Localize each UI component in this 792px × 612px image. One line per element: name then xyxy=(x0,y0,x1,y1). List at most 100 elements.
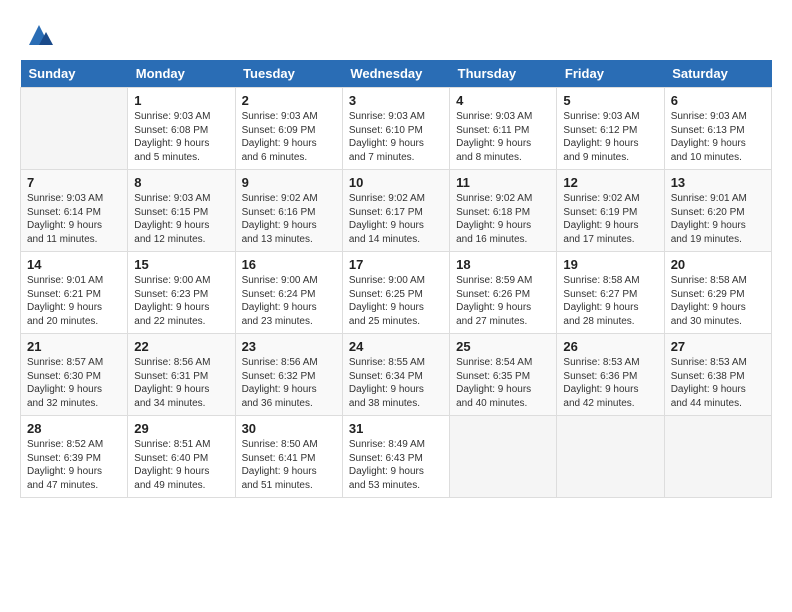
calendar-cell xyxy=(557,416,664,498)
day-number: 15 xyxy=(134,257,228,272)
day-info: Sunrise: 8:56 AMSunset: 6:32 PMDaylight:… xyxy=(242,356,336,410)
day-info: Sunrise: 8:55 AMSunset: 6:34 PMDaylight:… xyxy=(349,356,443,410)
calendar-cell: 19 Sunrise: 8:58 AMSunset: 6:27 PMDaylig… xyxy=(557,252,664,334)
calendar-week-5: 28 Sunrise: 8:52 AMSunset: 6:39 PMDaylig… xyxy=(21,416,772,498)
day-number: 18 xyxy=(456,257,550,272)
calendar-cell xyxy=(21,88,128,170)
weekday-tuesday: Tuesday xyxy=(235,60,342,88)
day-number: 12 xyxy=(563,175,657,190)
day-info: Sunrise: 8:59 AMSunset: 6:26 PMDaylight:… xyxy=(456,274,550,328)
day-number: 31 xyxy=(349,421,443,436)
weekday-friday: Friday xyxy=(557,60,664,88)
calendar-cell: 23 Sunrise: 8:56 AMSunset: 6:32 PMDaylig… xyxy=(235,334,342,416)
day-number: 26 xyxy=(563,339,657,354)
weekday-sunday: Sunday xyxy=(21,60,128,88)
calendar-cell: 7 Sunrise: 9:03 AMSunset: 6:14 PMDayligh… xyxy=(21,170,128,252)
calendar-cell: 5 Sunrise: 9:03 AMSunset: 6:12 PMDayligh… xyxy=(557,88,664,170)
day-info: Sunrise: 9:02 AMSunset: 6:16 PMDaylight:… xyxy=(242,192,336,246)
calendar-cell: 4 Sunrise: 9:03 AMSunset: 6:11 PMDayligh… xyxy=(450,88,557,170)
calendar-cell: 21 Sunrise: 8:57 AMSunset: 6:30 PMDaylig… xyxy=(21,334,128,416)
calendar-cell: 27 Sunrise: 8:53 AMSunset: 6:38 PMDaylig… xyxy=(664,334,771,416)
day-number: 25 xyxy=(456,339,550,354)
day-info: Sunrise: 9:02 AMSunset: 6:19 PMDaylight:… xyxy=(563,192,657,246)
calendar-cell: 13 Sunrise: 9:01 AMSunset: 6:20 PMDaylig… xyxy=(664,170,771,252)
calendar-body: 1 Sunrise: 9:03 AMSunset: 6:08 PMDayligh… xyxy=(21,88,772,498)
logo-icon xyxy=(24,20,54,50)
day-info: Sunrise: 9:03 AMSunset: 6:10 PMDaylight:… xyxy=(349,110,443,164)
day-number: 1 xyxy=(134,93,228,108)
calendar-cell: 8 Sunrise: 9:03 AMSunset: 6:15 PMDayligh… xyxy=(128,170,235,252)
calendar-cell: 6 Sunrise: 9:03 AMSunset: 6:13 PMDayligh… xyxy=(664,88,771,170)
day-info: Sunrise: 9:01 AMSunset: 6:21 PMDaylight:… xyxy=(27,274,121,328)
calendar-cell: 14 Sunrise: 9:01 AMSunset: 6:21 PMDaylig… xyxy=(21,252,128,334)
calendar-cell: 12 Sunrise: 9:02 AMSunset: 6:19 PMDaylig… xyxy=(557,170,664,252)
calendar-week-4: 21 Sunrise: 8:57 AMSunset: 6:30 PMDaylig… xyxy=(21,334,772,416)
calendar-cell: 29 Sunrise: 8:51 AMSunset: 6:40 PMDaylig… xyxy=(128,416,235,498)
day-info: Sunrise: 8:52 AMSunset: 6:39 PMDaylight:… xyxy=(27,438,121,492)
day-number: 7 xyxy=(27,175,121,190)
day-info: Sunrise: 9:01 AMSunset: 6:20 PMDaylight:… xyxy=(671,192,765,246)
calendar-cell: 11 Sunrise: 9:02 AMSunset: 6:18 PMDaylig… xyxy=(450,170,557,252)
calendar-cell: 17 Sunrise: 9:00 AMSunset: 6:25 PMDaylig… xyxy=(342,252,449,334)
day-number: 11 xyxy=(456,175,550,190)
calendar-cell: 16 Sunrise: 9:00 AMSunset: 6:24 PMDaylig… xyxy=(235,252,342,334)
day-number: 16 xyxy=(242,257,336,272)
calendar-cell: 22 Sunrise: 8:56 AMSunset: 6:31 PMDaylig… xyxy=(128,334,235,416)
day-number: 9 xyxy=(242,175,336,190)
day-number: 3 xyxy=(349,93,443,108)
calendar-cell: 10 Sunrise: 9:02 AMSunset: 6:17 PMDaylig… xyxy=(342,170,449,252)
day-number: 2 xyxy=(242,93,336,108)
day-number: 30 xyxy=(242,421,336,436)
day-number: 8 xyxy=(134,175,228,190)
day-info: Sunrise: 9:03 AMSunset: 6:11 PMDaylight:… xyxy=(456,110,550,164)
calendar-cell xyxy=(450,416,557,498)
weekday-saturday: Saturday xyxy=(664,60,771,88)
day-info: Sunrise: 8:57 AMSunset: 6:30 PMDaylight:… xyxy=(27,356,121,410)
day-number: 22 xyxy=(134,339,228,354)
day-number: 27 xyxy=(671,339,765,354)
day-info: Sunrise: 9:02 AMSunset: 6:17 PMDaylight:… xyxy=(349,192,443,246)
calendar-table: Sunday Monday Tuesday Wednesday Thursday… xyxy=(20,60,772,498)
page-header xyxy=(20,20,772,50)
calendar-header: Sunday Monday Tuesday Wednesday Thursday… xyxy=(21,60,772,88)
day-info: Sunrise: 9:03 AMSunset: 6:15 PMDaylight:… xyxy=(134,192,228,246)
weekday-wednesday: Wednesday xyxy=(342,60,449,88)
day-info: Sunrise: 9:02 AMSunset: 6:18 PMDaylight:… xyxy=(456,192,550,246)
day-number: 19 xyxy=(563,257,657,272)
calendar-cell: 9 Sunrise: 9:02 AMSunset: 6:16 PMDayligh… xyxy=(235,170,342,252)
day-info: Sunrise: 9:00 AMSunset: 6:23 PMDaylight:… xyxy=(134,274,228,328)
calendar-cell: 15 Sunrise: 9:00 AMSunset: 6:23 PMDaylig… xyxy=(128,252,235,334)
day-info: Sunrise: 8:49 AMSunset: 6:43 PMDaylight:… xyxy=(349,438,443,492)
day-number: 29 xyxy=(134,421,228,436)
day-info: Sunrise: 8:56 AMSunset: 6:31 PMDaylight:… xyxy=(134,356,228,410)
calendar-cell: 24 Sunrise: 8:55 AMSunset: 6:34 PMDaylig… xyxy=(342,334,449,416)
day-info: Sunrise: 8:58 AMSunset: 6:29 PMDaylight:… xyxy=(671,274,765,328)
day-info: Sunrise: 9:03 AMSunset: 6:12 PMDaylight:… xyxy=(563,110,657,164)
day-info: Sunrise: 9:00 AMSunset: 6:24 PMDaylight:… xyxy=(242,274,336,328)
day-number: 13 xyxy=(671,175,765,190)
day-info: Sunrise: 8:53 AMSunset: 6:36 PMDaylight:… xyxy=(563,356,657,410)
day-number: 28 xyxy=(27,421,121,436)
day-info: Sunrise: 9:03 AMSunset: 6:08 PMDaylight:… xyxy=(134,110,228,164)
day-info: Sunrise: 8:51 AMSunset: 6:40 PMDaylight:… xyxy=(134,438,228,492)
day-number: 20 xyxy=(671,257,765,272)
weekday-thursday: Thursday xyxy=(450,60,557,88)
day-number: 5 xyxy=(563,93,657,108)
calendar-cell: 2 Sunrise: 9:03 AMSunset: 6:09 PMDayligh… xyxy=(235,88,342,170)
calendar-cell: 30 Sunrise: 8:50 AMSunset: 6:41 PMDaylig… xyxy=(235,416,342,498)
day-number: 4 xyxy=(456,93,550,108)
day-number: 6 xyxy=(671,93,765,108)
day-number: 14 xyxy=(27,257,121,272)
logo xyxy=(20,20,54,50)
calendar-cell: 18 Sunrise: 8:59 AMSunset: 6:26 PMDaylig… xyxy=(450,252,557,334)
day-info: Sunrise: 9:03 AMSunset: 6:09 PMDaylight:… xyxy=(242,110,336,164)
day-number: 23 xyxy=(242,339,336,354)
calendar-cell: 3 Sunrise: 9:03 AMSunset: 6:10 PMDayligh… xyxy=(342,88,449,170)
weekday-monday: Monday xyxy=(128,60,235,88)
calendar-week-1: 1 Sunrise: 9:03 AMSunset: 6:08 PMDayligh… xyxy=(21,88,772,170)
day-info: Sunrise: 9:03 AMSunset: 6:13 PMDaylight:… xyxy=(671,110,765,164)
calendar-cell: 20 Sunrise: 8:58 AMSunset: 6:29 PMDaylig… xyxy=(664,252,771,334)
day-info: Sunrise: 9:00 AMSunset: 6:25 PMDaylight:… xyxy=(349,274,443,328)
day-number: 10 xyxy=(349,175,443,190)
day-info: Sunrise: 8:50 AMSunset: 6:41 PMDaylight:… xyxy=(242,438,336,492)
